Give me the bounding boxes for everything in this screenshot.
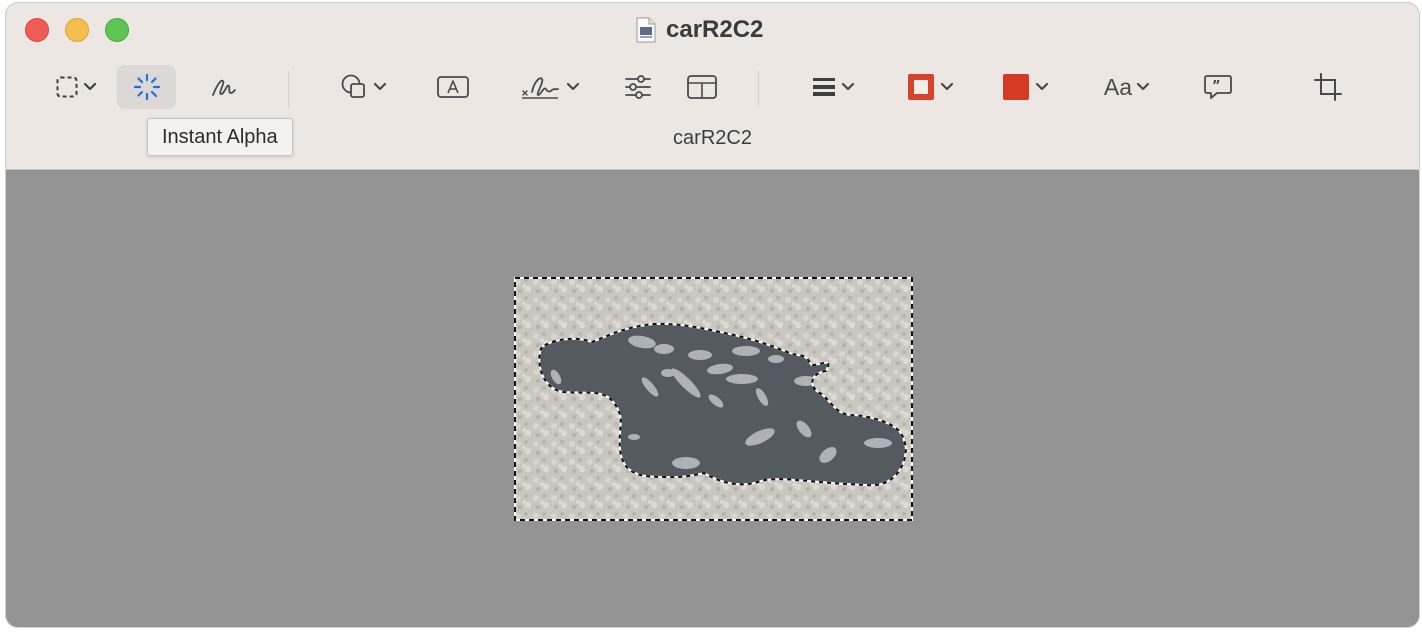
border-color-button[interactable] [899, 65, 961, 109]
signature-icon [522, 77, 559, 99]
selection-tool-button[interactable] [48, 65, 104, 109]
dashed-rect-icon [56, 76, 78, 98]
title-bar: carR2C2 Aa ” Instant Alpha carR2C2 [6, 3, 1419, 170]
toolbar-separator [758, 71, 759, 107]
speech-bubble-icon: ” [1204, 75, 1232, 99]
text-style-button[interactable]: Aa [1096, 65, 1158, 109]
fill-color-icon [1003, 74, 1029, 100]
magic-wand-icon [133, 73, 160, 101]
shape-style-button[interactable] [802, 65, 864, 109]
sketch-icon [212, 79, 236, 96]
chevron-down-icon [83, 82, 97, 91]
window-title-text: carR2C2 [666, 16, 764, 43]
font-icon: Aa [1103, 73, 1133, 100]
sign-button[interactable] [515, 65, 583, 109]
document-icon [636, 17, 656, 43]
line-weight-icon [813, 78, 835, 96]
notes-button[interactable]: ” [1198, 65, 1238, 109]
crop-icon [1314, 73, 1342, 101]
chevron-down-icon [373, 82, 387, 91]
chevron-down-icon [566, 82, 580, 91]
toolbar-separator [288, 71, 289, 107]
sketch-button[interactable] [202, 65, 246, 109]
text-box-icon [437, 76, 469, 98]
chevron-down-icon [841, 82, 855, 91]
document-title: carR2C2 [673, 127, 752, 149]
border-color-icon [908, 74, 934, 100]
crop-button[interactable] [1308, 65, 1348, 109]
minimize-button[interactable] [65, 18, 89, 42]
close-button[interactable] [25, 18, 49, 42]
fill-color-button[interactable] [994, 65, 1056, 109]
shapes-icon [341, 74, 365, 98]
shapes-button[interactable] [332, 65, 394, 109]
preview-window: carR2C2 Aa ” Instant Alpha carR2C2 [6, 3, 1419, 627]
chevron-down-icon [1035, 82, 1049, 91]
resize-icon [687, 75, 717, 99]
instant-alpha-button[interactable] [117, 65, 176, 109]
zoom-button[interactable] [105, 18, 129, 42]
image-preview[interactable] [514, 277, 913, 521]
adjust-size-button[interactable] [682, 65, 722, 109]
text-tool-button[interactable] [433, 65, 473, 109]
chevron-down-icon [1136, 82, 1150, 91]
image-canvas[interactable] [6, 170, 1419, 627]
adjust-color-button[interactable] [618, 65, 658, 109]
window-title: carR2C2 [636, 15, 763, 45]
svg-text:”: ” [1212, 79, 1221, 94]
chevron-down-icon [940, 82, 954, 91]
sliders-icon [625, 75, 651, 99]
